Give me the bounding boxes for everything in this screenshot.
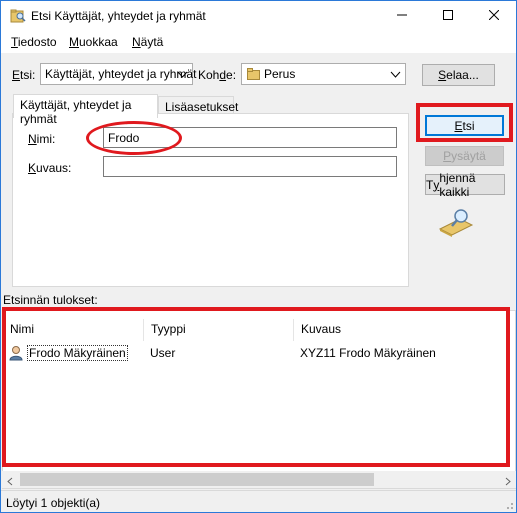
menu-file[interactable]: Tiedosto	[11, 35, 57, 49]
maximize-icon	[443, 9, 453, 23]
scrollbar-thumb[interactable]	[20, 473, 374, 486]
scroll-right-icon[interactable]	[504, 475, 512, 489]
close-icon	[488, 9, 500, 23]
folder-icon	[247, 68, 260, 83]
browse-button[interactable]: Selaa...	[422, 64, 495, 86]
status-text: Löytyi 1 objekti(a)	[6, 496, 101, 510]
location-select[interactable]: Perus	[241, 63, 406, 85]
tab-users-contacts-groups[interactable]: Käyttäjät, yhteydet ja ryhmät	[13, 94, 158, 126]
location-value: Perus	[264, 67, 296, 81]
minimize-icon	[397, 9, 407, 23]
window-title: Etsi Käyttäjät, yhteydet ja ryhmät	[31, 9, 206, 23]
highlight-results	[2, 307, 510, 467]
highlight-find-button	[416, 103, 513, 142]
find-type-select[interactable]: Käyttäjät, yhteydet ja ryhmät	[40, 63, 197, 85]
find-type-value: Käyttäjät, yhteydet ja ryhmät	[45, 67, 197, 81]
folder-search-icon	[10, 8, 26, 24]
resize-grip-icon[interactable]	[504, 499, 514, 513]
menu-edit[interactable]: Muokkaa	[69, 35, 118, 49]
location-label: Kohde:	[198, 68, 237, 82]
tab-label: Lisäasetukset	[165, 100, 239, 114]
description-input[interactable]	[103, 156, 397, 177]
stop-button[interactable]: Pysäytä	[425, 146, 504, 166]
menu-view[interactable]: Näytä	[132, 35, 163, 49]
maximize-button[interactable]	[425, 1, 471, 31]
status-bar: Löytyi 1 objekti(a)	[1, 490, 516, 512]
name-label: Nimi:	[28, 132, 56, 146]
find-label: Etsi:	[12, 68, 36, 82]
horizontal-scrollbar[interactable]	[2, 471, 516, 488]
highlight-ellipse	[86, 121, 182, 155]
scroll-left-icon[interactable]	[6, 475, 14, 489]
title-bar: Etsi Käyttäjät, yhteydet ja ryhmät	[1, 1, 516, 31]
clear-all-button[interactable]: Ty hjennä kaikki	[425, 171, 505, 199]
chevron-down-icon	[177, 69, 188, 80]
description-label: Kuvaus:	[28, 161, 72, 175]
find-window: Etsi Käyttäjät, yhteydet ja ryhmät Tiedo…	[0, 0, 517, 513]
chevron-down-icon	[390, 69, 401, 80]
minimize-button[interactable]	[379, 1, 425, 31]
menu-bar: Tiedosto Muokkaa Näytä	[1, 31, 516, 53]
close-button[interactable]	[471, 1, 517, 31]
results-label: Etsinnän tulokset:	[3, 293, 98, 307]
search-animation-icon	[438, 207, 474, 240]
